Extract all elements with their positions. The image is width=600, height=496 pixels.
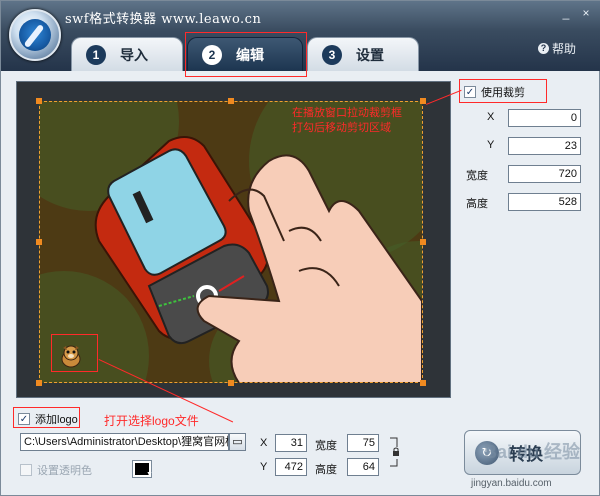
help-icon: ? xyxy=(538,43,549,54)
crop-handle[interactable] xyxy=(420,239,426,245)
use-crop-label: 使用裁剪 xyxy=(481,87,525,99)
crop-handle[interactable] xyxy=(228,380,234,386)
crop-annotation-line2: 打勾后移动剪切区域 xyxy=(292,122,391,134)
help-button[interactable]: ? 帮助 xyxy=(538,40,576,57)
use-crop-toggle[interactable]: ✓ 使用裁剪 xyxy=(464,84,525,100)
crop-annotation-line1: 在播放窗口拉动裁剪框 xyxy=(292,107,402,119)
app-title: swf格式转换器 www.leawo.cn xyxy=(65,12,262,27)
app-window: swf格式转换器 www.leawo.cn _ × 1 导入 2 编辑 3 设置… xyxy=(0,0,600,496)
aspect-lock-icon[interactable] xyxy=(389,437,399,467)
crop-y-input[interactable]: 23 xyxy=(508,137,581,155)
tab-settings-label: 设置 xyxy=(356,46,384,63)
crop-height-label: 高度 xyxy=(466,198,488,210)
crop-y-label: Y xyxy=(487,139,495,151)
transparent-color-label: 设置透明色 xyxy=(37,465,92,477)
crop-handle[interactable] xyxy=(420,380,426,386)
crop-handle[interactable] xyxy=(228,98,234,104)
logo-y-input[interactable]: 472 xyxy=(275,458,307,476)
tab-edit-highlight-box xyxy=(185,32,307,77)
open-logo-file-button[interactable]: ▭ xyxy=(229,433,246,451)
crop-handle[interactable] xyxy=(36,98,42,104)
close-button[interactable]: × xyxy=(578,5,594,21)
crop-width-label: 宽度 xyxy=(466,170,488,182)
crop-annotation: 在播放窗口拉动裁剪框 打勾后移动剪切区域 xyxy=(292,106,432,136)
crop-x-input[interactable]: 0 xyxy=(508,109,581,127)
logo-highlight-box xyxy=(51,334,98,372)
use-crop-checkbox[interactable]: ✓ xyxy=(464,86,476,98)
crop-width-input[interactable]: 720 xyxy=(508,165,581,183)
add-logo-checkbox[interactable]: ✓ xyxy=(18,413,30,425)
logo-width-label: 宽度 xyxy=(315,440,337,452)
tab-import[interactable]: 1 导入 xyxy=(71,37,183,71)
transparent-color-toggle[interactable]: 设置透明色 xyxy=(20,462,92,478)
color-dropdown-icon: ▼ xyxy=(146,471,153,478)
logo-height-label: 高度 xyxy=(315,464,337,476)
add-logo-label: 添加logo xyxy=(35,414,78,426)
logo-path-input[interactable]: C:\Users\Administrator\Desktop\狸窝官网标志.p xyxy=(20,433,229,451)
watermark-url: jingyan.baidu.com xyxy=(471,478,552,489)
logo-y-label: Y xyxy=(260,461,268,473)
add-logo-toggle[interactable]: ✓ 添加logo xyxy=(18,411,78,427)
folder-icon: ▭ xyxy=(232,436,243,448)
logo-annotation: 打开选择logo文件 xyxy=(104,414,199,428)
app-logo xyxy=(9,9,61,61)
tab-import-label: 导入 xyxy=(120,46,148,63)
logo-x-input[interactable]: 31 xyxy=(275,434,307,452)
tab-settings[interactable]: 3 设置 xyxy=(307,37,419,71)
crop-handle[interactable] xyxy=(36,239,42,245)
logo-x-label: X xyxy=(260,437,268,449)
crop-height-input[interactable]: 528 xyxy=(508,193,581,211)
help-label: 帮助 xyxy=(552,42,577,56)
tab-settings-number: 3 xyxy=(322,44,342,65)
minimize-button[interactable]: _ xyxy=(558,5,574,21)
transparent-color-checkbox[interactable] xyxy=(20,464,32,476)
crop-handle[interactable] xyxy=(36,380,42,386)
tab-import-number: 1 xyxy=(86,44,106,65)
logo-width-input[interactable]: 75 xyxy=(347,434,379,452)
watermark-brand: Bai du 经验 xyxy=(484,442,581,462)
crop-x-label: X xyxy=(487,111,495,123)
logo-height-input[interactable]: 64 xyxy=(347,458,379,476)
